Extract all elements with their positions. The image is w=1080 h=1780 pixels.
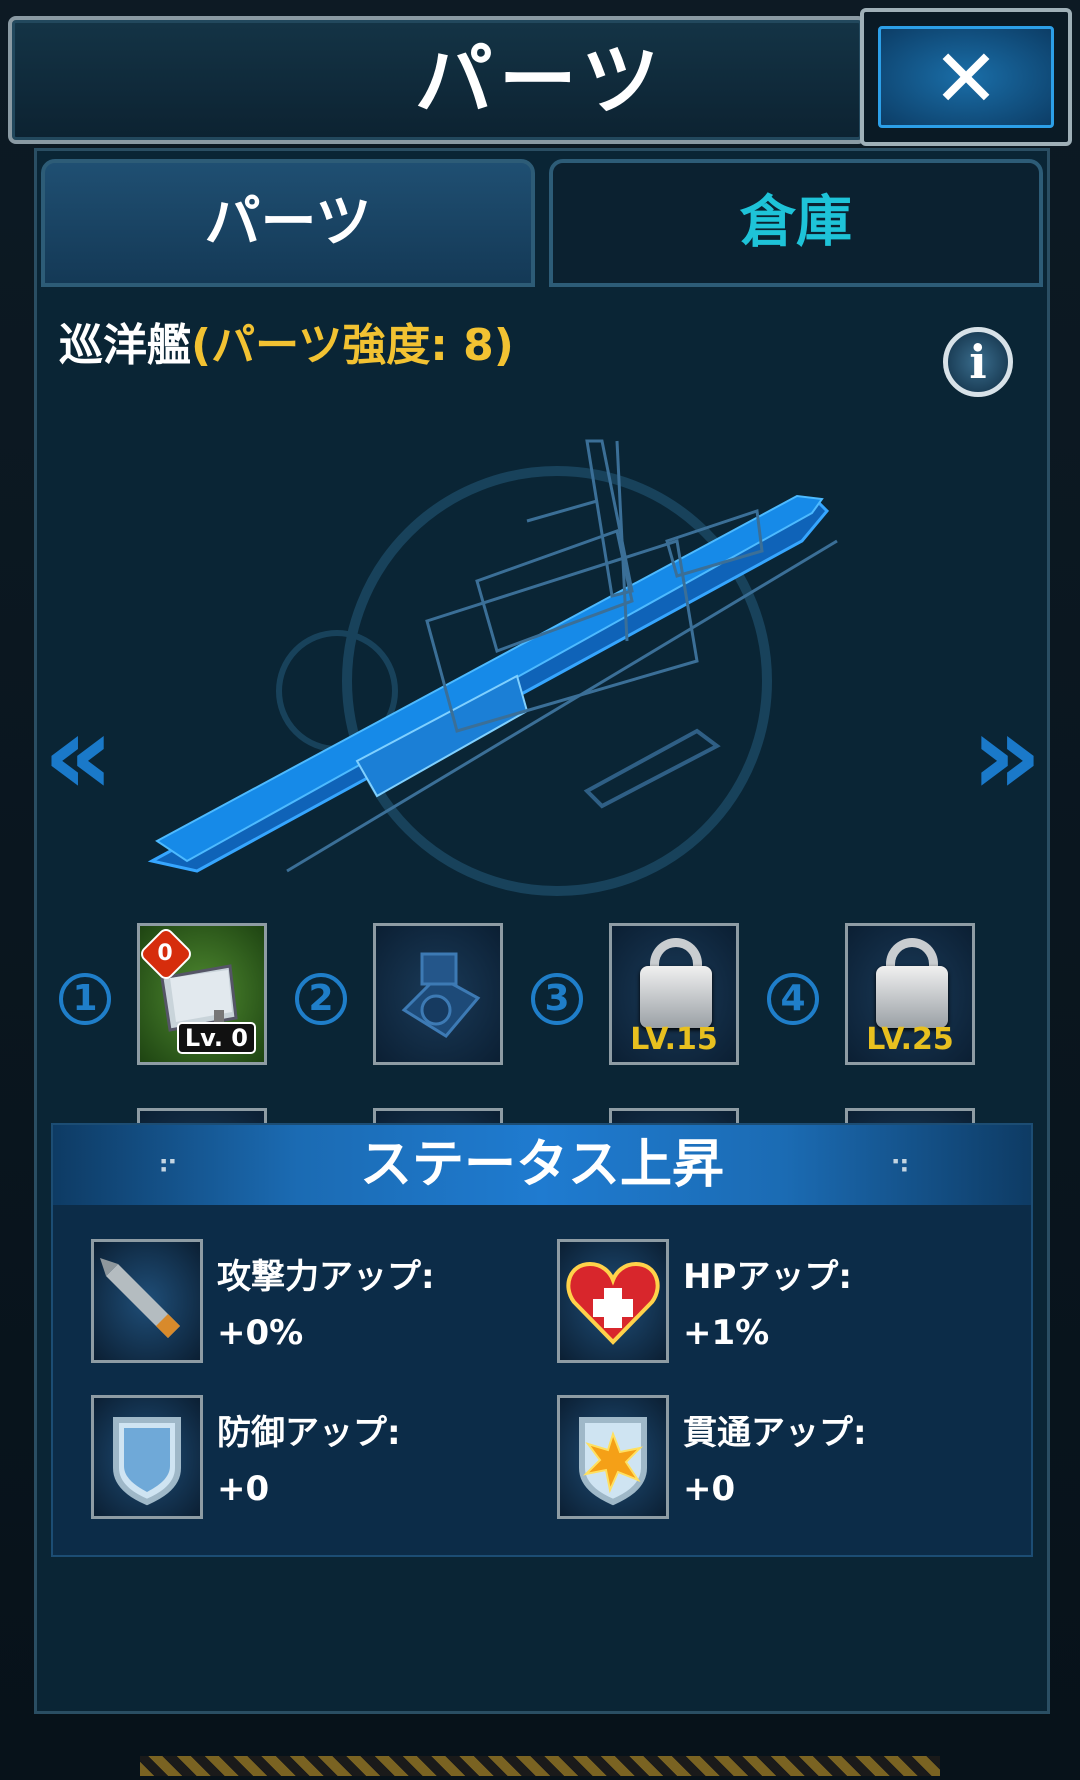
parts-strength: (パーツ強度: 8) bbox=[191, 320, 514, 371]
unlock-level: LV.25 bbox=[866, 1022, 954, 1057]
stat-label-defense: 防御アップ: bbox=[217, 1413, 401, 1453]
info-button[interactable]: i bbox=[943, 327, 1013, 397]
stat-label-attack: 攻撃力アップ: bbox=[217, 1257, 435, 1297]
slot-number-2: 2 bbox=[295, 973, 347, 1025]
parts-screen: パーツ ✕ パーツ 倉庫 巡洋艦(パーツ強度: 8) i « » 1 0 Lv.… bbox=[0, 0, 1080, 1780]
tab-bar: パーツ 倉庫 bbox=[37, 151, 1047, 293]
turret-icon bbox=[401, 952, 481, 1038]
tab-parts[interactable]: パーツ bbox=[41, 159, 535, 287]
ship-label: 巡洋艦(パーツ強度: 8) bbox=[59, 309, 514, 373]
level-badge: Lv. 0 bbox=[176, 1022, 256, 1054]
ship-hologram bbox=[147, 439, 838, 896]
part-slot-2[interactable] bbox=[373, 923, 503, 1065]
prev-ship-arrow[interactable]: « bbox=[43, 691, 114, 819]
unlock-level: LV.15 bbox=[630, 1022, 718, 1057]
status-title: ステータス上昇 bbox=[359, 1135, 724, 1195]
slot-number-3: 3 bbox=[531, 973, 583, 1025]
close-button-face: ✕ bbox=[878, 26, 1054, 128]
part-slot-1[interactable]: 0 Lv. 0 bbox=[137, 923, 267, 1065]
close-button[interactable]: ✕ bbox=[860, 8, 1072, 146]
shield-icon bbox=[91, 1395, 203, 1519]
next-ship-arrow[interactable]: » bbox=[971, 691, 1042, 819]
padlock-icon bbox=[876, 966, 948, 1028]
header-deco-right: ⠲ bbox=[889, 1147, 915, 1182]
header: パーツ ✕ bbox=[8, 8, 1072, 146]
zero-count: 0 bbox=[157, 941, 173, 966]
ship-icon bbox=[147, 439, 838, 873]
part-slot-3[interactable]: LV.15 bbox=[609, 923, 739, 1065]
tab-storage[interactable]: 倉庫 bbox=[549, 159, 1043, 287]
stat-label-hp: HPアップ: bbox=[683, 1257, 852, 1297]
stat-label-pierce: 貫通アップ: bbox=[683, 1413, 867, 1453]
padlock-icon bbox=[640, 966, 712, 1028]
heart-icon bbox=[557, 1239, 669, 1363]
slot-number-4: 4 bbox=[767, 973, 819, 1025]
main-panel: パーツ 倉庫 巡洋艦(パーツ強度: 8) i « » 1 0 Lv. 0 2 3… bbox=[34, 148, 1050, 1714]
part-slot-4[interactable]: LV.25 bbox=[845, 923, 975, 1065]
pierce-icon bbox=[557, 1395, 669, 1519]
stat-value-defense: +0 bbox=[217, 1469, 270, 1509]
status-header: ⠖ ステータス上昇 ⠲ bbox=[53, 1125, 1031, 1205]
stat-value-attack: +0% bbox=[217, 1313, 304, 1353]
status-panel: ⠖ ステータス上昇 ⠲ 攻撃力アップ: +0% HPアップ: +1% 防御アップ… bbox=[51, 1123, 1033, 1557]
ship-name: 巡洋艦 bbox=[59, 320, 191, 371]
stat-value-pierce: +0 bbox=[683, 1469, 736, 1509]
slot-number-1: 1 bbox=[59, 973, 111, 1025]
hazard-strip bbox=[140, 1756, 940, 1776]
shell-icon bbox=[91, 1239, 203, 1363]
close-icon: ✕ bbox=[932, 32, 1000, 125]
stat-value-hp: +1% bbox=[683, 1313, 770, 1353]
